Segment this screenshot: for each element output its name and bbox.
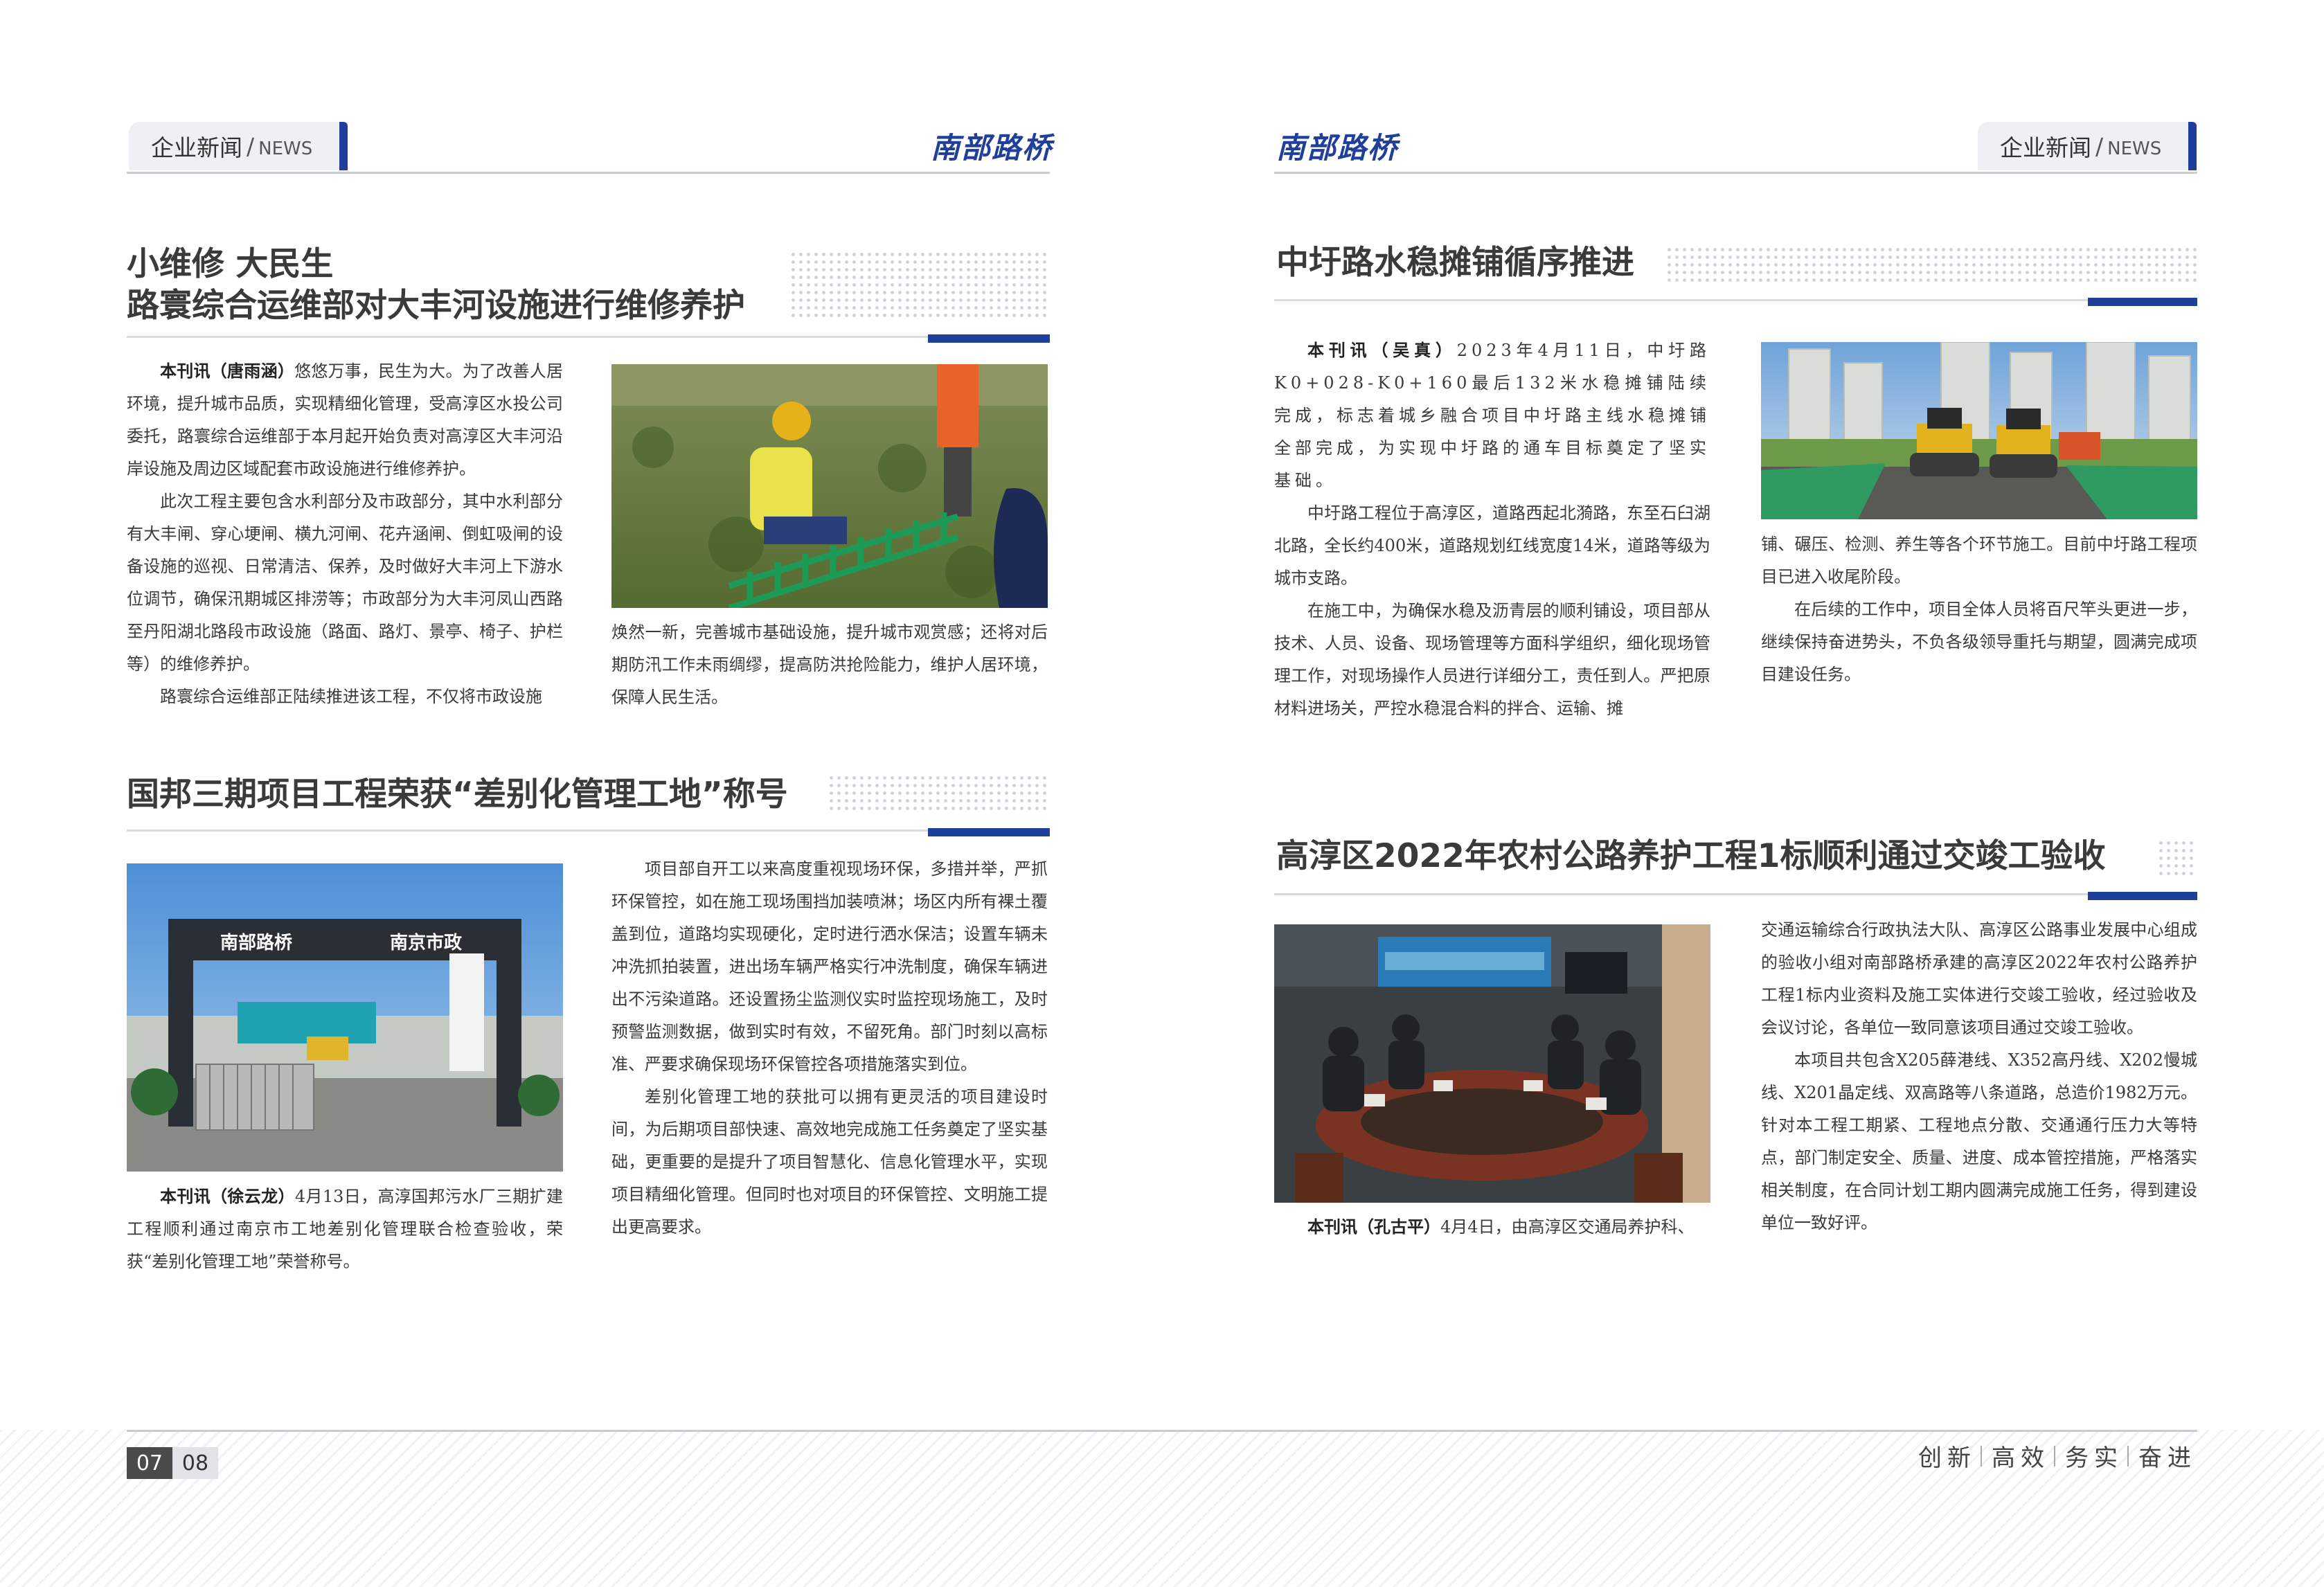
article1-body-col1: 本刊讯（唐雨涵）悠悠万事，民生为大。为了改善人居环境，提升城市品质，实现精细化管…	[127, 355, 563, 713]
header-rule-left	[127, 172, 1050, 174]
footer-rule	[127, 1430, 2197, 1432]
article3-paragraph: 在后续的工作中，项目全体人员将百尺竿头更进一步，继续保持奋进势头，不负各级领导重…	[1761, 600, 2197, 684]
slogan-separator	[1981, 1445, 1982, 1467]
header-rule-right	[1274, 172, 2197, 174]
article2-body-col2: 项目部自开工以来高度重视现场环保，多措并举，严抓环保管控，如在施工现场围挡加装喷…	[611, 853, 1048, 1244]
article2-title: 国邦三期项目工程荣获“差别化管理工地”称号	[127, 775, 788, 814]
title-dots-decor	[2157, 839, 2197, 875]
article1-paragraph: 路寰综合运维部正陆续推进该工程，不仅将市政设施	[160, 687, 542, 706]
gate-sign-left: 南部路桥	[220, 932, 293, 953]
brand-logo-left: 南部路桥	[931, 131, 1053, 165]
section-tab-right: 企业新闻 / NEWS	[1978, 122, 2197, 170]
article4-title: 高淳区2022年农村公路养护工程1标顺利通过交竣工验收	[1276, 837, 2106, 875]
brand-logo-right: 南部路桥	[1276, 131, 1399, 165]
article1-title-line2: 路寰综合运维部对大丰河设施进行维修养护	[127, 287, 745, 325]
article1-title-accent	[928, 334, 1050, 343]
slogan-word: 务实	[2065, 1444, 2123, 1472]
title-dots-decor	[789, 251, 1050, 320]
slogan-word: 创新	[1918, 1444, 1976, 1472]
article2-byline: 本刊讯（徐云龙）	[160, 1186, 295, 1206]
article4-title-rule	[1274, 893, 2197, 895]
footer-slogan: 创新 高效 务实 奋进	[1918, 1439, 2197, 1473]
article1-paragraph: 焕然一新，完善城市基础设施，提升城市观赏感；还将对后期防汛工作未雨绸缪，提高防洪…	[611, 622, 1048, 707]
article3-paragraph: 中圩路工程位于高淳区，道路西起北漪路，东至石臼湖北路，全长约400米，道路规划红…	[1274, 503, 1710, 588]
article4-body-col2: 交通运输综合行政执法大队、高淳区公路事业发展中心组成的验收小组对南部路桥承建的高…	[1761, 914, 2197, 1239]
article1-title-line1: 小维修 大民生	[127, 245, 334, 283]
section-tab-accent	[339, 122, 348, 170]
section-tab-accent	[2188, 122, 2197, 170]
article3-title-rule	[1274, 299, 2197, 301]
article4-paragraph: 本刊讯（孔古平）4月4日，由高淳区交通局养护科、	[1307, 1217, 1695, 1237]
section-tab-en: NEWS	[258, 138, 313, 159]
page-number-left: 07	[127, 1447, 172, 1479]
title-dots-decor	[1665, 246, 2197, 282]
article2-paragraph: 差别化管理工地的获批可以拥有更灵活的项目建设时间，为后期项目部快速、高效地完成施…	[611, 1087, 1048, 1237]
article3-body-col2: 铺、碾压、检测、养生等各个环节施工。目前中圩路工程项目已进入收尾阶段。 在后续的…	[1761, 528, 2197, 691]
article1-title-rule	[127, 336, 1050, 338]
section-tab-en: NEWS	[2107, 138, 2162, 159]
slogan-word: 高效	[1992, 1444, 2050, 1472]
slogan-word: 奋进	[2138, 1444, 2197, 1472]
section-tab-cn: 企业新闻	[2000, 134, 2091, 161]
slogan-separator	[2127, 1445, 2129, 1467]
section-tab-cn: 企业新闻	[151, 134, 242, 161]
article2-title-accent	[928, 828, 1050, 836]
article3-paragraph: 在施工中，为确保水稳及沥青层的顺利铺设，项目部从技术、人员、设备、现场管理等方面…	[1274, 601, 1710, 718]
section-tab-slash: /	[247, 132, 255, 160]
article4-title-accent	[2088, 892, 2197, 900]
article3-paragraph: 本刊讯（吴真）2023年4月11日，中圩路K0+028-K0+160最后132米…	[1274, 340, 1711, 490]
article1-body-col2: 焕然一新，完善城市基础设施，提升城市观赏感；还将对后期防汛工作未雨绸缪，提高防洪…	[611, 616, 1048, 714]
section-tab-left: 企业新闻 / NEWS	[129, 122, 348, 170]
article1-paragraph: 本刊讯（唐雨涵）悠悠万事，民生为大。为了改善人居环境，提升城市品质，实现精细化管…	[127, 361, 564, 478]
title-dots-decor	[828, 774, 1050, 813]
article1-photo-worker-repairing-fence	[611, 364, 1048, 608]
section-tab-slash: /	[2095, 132, 2104, 160]
article1-paragraph: 此次工程主要包含水利部分及市政部分，其中水利部分有大丰闸、穿心埂闸、横九河闸、花…	[127, 492, 563, 674]
article3-title-accent	[2088, 298, 2197, 306]
page-number-right: 08	[172, 1447, 218, 1479]
article4-photo-meeting-room	[1274, 924, 1710, 1203]
article3-photo-road-rollers	[1761, 342, 2197, 519]
article3-title: 中圩路水稳摊铺循序推进	[1276, 244, 1634, 282]
article2-photo-site-gate: 南部路桥 南京市政	[127, 863, 563, 1172]
article4-byline: 本刊讯（孔古平）	[1307, 1217, 1440, 1237]
article2-paragraph: 项目部自开工以来高度重视现场环保，多措并举，严抓环保管控，如在施工现场围挡加装喷…	[611, 859, 1048, 1074]
article2-title-rule	[127, 830, 1050, 832]
article1-byline: 本刊讯（唐雨涵）	[160, 361, 295, 381]
article3-body-col1: 本刊讯（吴真）2023年4月11日，中圩路K0+028-K0+160最后132米…	[1274, 334, 1710, 725]
article2-paragraph: 本刊讯（徐云龙）4月13日，高淳国邦污水厂三期扩建工程顺利通过南京市工地差别化管…	[127, 1186, 564, 1271]
slogan-separator	[2054, 1445, 2055, 1467]
article4-paragraph: 本项目共包含X205薛港线、X352高丹线、X202慢城线、X201晶定线、双高…	[1761, 1050, 2197, 1232]
article3-byline: 本刊讯（吴真）	[1307, 340, 1457, 360]
article3-paragraph: 铺、碾压、检测、养生等各个环节施工。目前中圩路工程项目已进入收尾阶段。	[1761, 535, 2197, 586]
article4-paragraph: 交通运输综合行政执法大队、高淳区公路事业发展中心组成的验收小组对南部路桥承建的高…	[1761, 920, 2197, 1037]
article4-body-col1: 本刊讯（孔古平）4月4日，由高淳区交通局养护科、	[1274, 1210, 1710, 1244]
gate-sign-right: 南京市政	[390, 932, 462, 953]
article2-body-col1: 本刊讯（徐云龙）4月13日，高淳国邦污水厂三期扩建工程顺利通过南京市工地差别化管…	[127, 1180, 563, 1278]
